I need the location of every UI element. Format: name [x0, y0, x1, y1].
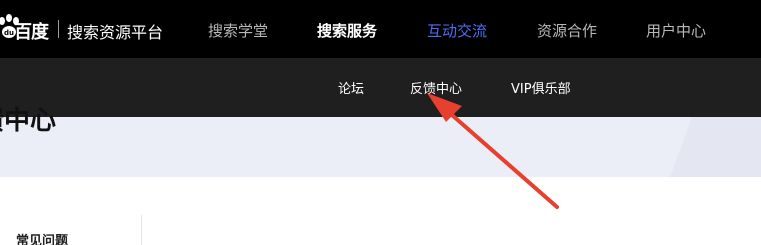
logo-wordmark: 百度 — [14, 22, 49, 43]
subnav-item-vip-club[interactable]: VIP俱乐部 — [511, 78, 571, 97]
page-hero-banner — [0, 117, 761, 177]
subnav-item-forum[interactable]: 论坛 — [338, 78, 364, 97]
nav-item-search-services[interactable]: 搜索服务 — [317, 20, 377, 41]
content-divider — [141, 215, 142, 245]
page-title: 馈中心 — [0, 106, 57, 136]
nav-item-search-academy[interactable]: 搜索学堂 — [208, 20, 268, 41]
subnav-item-feedback-center[interactable]: 反馈中心 — [410, 78, 462, 97]
nav-item-user-center[interactable]: 用户中心 — [646, 20, 706, 41]
sub-nav-bar: 论坛 反馈中心 VIP俱乐部 — [0, 58, 761, 117]
logo-subtitle: 搜索资源平台 — [67, 23, 164, 42]
hero-decoration — [670, 117, 761, 177]
logo-divider — [58, 20, 59, 38]
sidebar-heading-faq[interactable]: 常见问题 — [16, 230, 68, 245]
nav-item-resource-cooperation[interactable]: 资源合作 — [537, 20, 597, 41]
svg-text:du: du — [4, 29, 14, 37]
top-nav-bar: du 百度 搜索资源平台 搜索学堂 搜索服务 互动交流 资源合作 用户中心 — [0, 0, 761, 58]
nav-item-interaction[interactable]: 互动交流 — [427, 20, 487, 41]
